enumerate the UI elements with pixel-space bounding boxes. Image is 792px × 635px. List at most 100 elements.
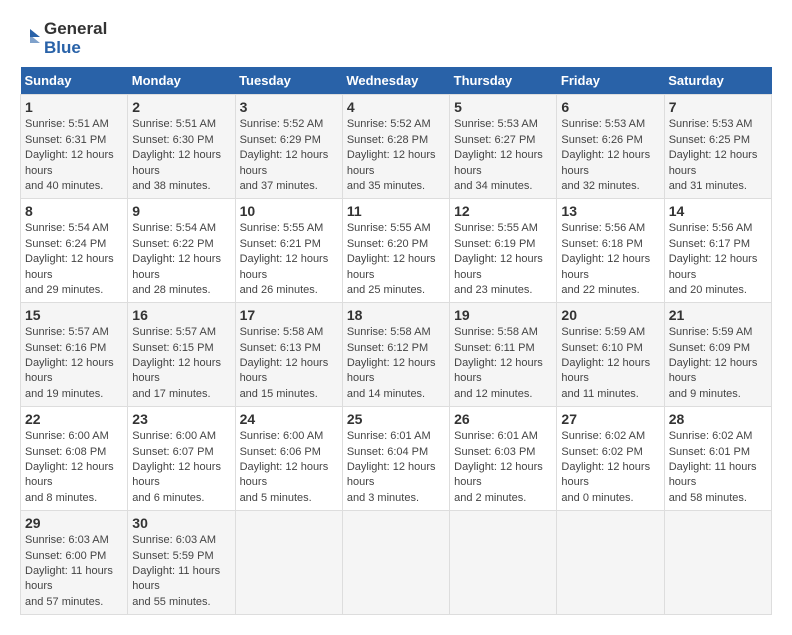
day-number: 1 [25, 99, 123, 115]
week-row-5: 29 Sunrise: 6:03 AMSunset: 6:00 PMDaylig… [21, 511, 772, 615]
day-number: 29 [25, 515, 123, 531]
day-cell-29: 29 Sunrise: 6:03 AMSunset: 6:00 PMDaylig… [21, 511, 128, 615]
day-info: Sunrise: 5:58 AMSunset: 6:11 PMDaylight:… [454, 325, 552, 402]
header-cell-friday: Friday [557, 67, 664, 95]
week-row-3: 15 Sunrise: 5:57 AMSunset: 6:16 PMDaylig… [21, 303, 772, 407]
day-cell-2: 2 Sunrise: 5:51 AMSunset: 6:30 PMDayligh… [128, 95, 235, 199]
day-number: 21 [669, 307, 767, 323]
day-cell-17: 17 Sunrise: 5:58 AMSunset: 6:13 PMDaylig… [235, 303, 342, 407]
day-info: Sunrise: 5:54 AMSunset: 6:22 PMDaylight:… [132, 221, 230, 298]
day-number: 16 [132, 307, 230, 323]
day-number: 17 [240, 307, 338, 323]
day-number: 20 [561, 307, 659, 323]
day-info: Sunrise: 5:58 AMSunset: 6:12 PMDaylight:… [347, 325, 445, 402]
week-row-4: 22 Sunrise: 6:00 AMSunset: 6:08 PMDaylig… [21, 407, 772, 511]
day-cell-1: 1 Sunrise: 5:51 AMSunset: 6:31 PMDayligh… [21, 95, 128, 199]
day-info: Sunrise: 5:53 AMSunset: 6:26 PMDaylight:… [561, 117, 659, 194]
week-row-2: 8 Sunrise: 5:54 AMSunset: 6:24 PMDayligh… [21, 199, 772, 303]
day-info: Sunrise: 5:53 AMSunset: 6:25 PMDaylight:… [669, 117, 767, 194]
day-number: 11 [347, 203, 445, 219]
day-cell-empty [342, 511, 449, 615]
day-cell-27: 27 Sunrise: 6:02 AMSunset: 6:02 PMDaylig… [557, 407, 664, 511]
logo-text-blue: Blue [44, 39, 107, 58]
day-cell-12: 12 Sunrise: 5:55 AMSunset: 6:19 PMDaylig… [450, 199, 557, 303]
day-cell-28: 28 Sunrise: 6:02 AMSunset: 6:01 PMDaylig… [664, 407, 771, 511]
day-number: 9 [132, 203, 230, 219]
day-info: Sunrise: 5:55 AMSunset: 6:21 PMDaylight:… [240, 221, 338, 298]
header-cell-wednesday: Wednesday [342, 67, 449, 95]
week-row-1: 1 Sunrise: 5:51 AMSunset: 6:31 PMDayligh… [21, 95, 772, 199]
logo-arrow-icon [20, 29, 40, 49]
day-number: 4 [347, 99, 445, 115]
day-cell-15: 15 Sunrise: 5:57 AMSunset: 6:16 PMDaylig… [21, 303, 128, 407]
day-info: Sunrise: 5:53 AMSunset: 6:27 PMDaylight:… [454, 117, 552, 194]
day-number: 26 [454, 411, 552, 427]
day-number: 15 [25, 307, 123, 323]
day-number: 12 [454, 203, 552, 219]
day-info: Sunrise: 6:02 AMSunset: 6:02 PMDaylight:… [561, 429, 659, 506]
day-cell-13: 13 Sunrise: 5:56 AMSunset: 6:18 PMDaylig… [557, 199, 664, 303]
day-number: 6 [561, 99, 659, 115]
day-info: Sunrise: 5:56 AMSunset: 6:17 PMDaylight:… [669, 221, 767, 298]
day-info: Sunrise: 5:58 AMSunset: 6:13 PMDaylight:… [240, 325, 338, 402]
day-cell-16: 16 Sunrise: 5:57 AMSunset: 6:15 PMDaylig… [128, 303, 235, 407]
day-cell-30: 30 Sunrise: 6:03 AMSunset: 5:59 PMDaylig… [128, 511, 235, 615]
day-cell-9: 9 Sunrise: 5:54 AMSunset: 6:22 PMDayligh… [128, 199, 235, 303]
day-info: Sunrise: 5:51 AMSunset: 6:31 PMDaylight:… [25, 117, 123, 194]
day-cell-18: 18 Sunrise: 5:58 AMSunset: 6:12 PMDaylig… [342, 303, 449, 407]
day-info: Sunrise: 5:59 AMSunset: 6:09 PMDaylight:… [669, 325, 767, 402]
day-info: Sunrise: 5:52 AMSunset: 6:29 PMDaylight:… [240, 117, 338, 194]
day-number: 19 [454, 307, 552, 323]
day-cell-23: 23 Sunrise: 6:00 AMSunset: 6:07 PMDaylig… [128, 407, 235, 511]
day-number: 8 [25, 203, 123, 219]
day-cell-26: 26 Sunrise: 6:01 AMSunset: 6:03 PMDaylig… [450, 407, 557, 511]
day-cell-22: 22 Sunrise: 6:00 AMSunset: 6:08 PMDaylig… [21, 407, 128, 511]
day-number: 23 [132, 411, 230, 427]
day-cell-8: 8 Sunrise: 5:54 AMSunset: 6:24 PMDayligh… [21, 199, 128, 303]
logo: General Blue [20, 20, 107, 57]
day-info: Sunrise: 6:00 AMSunset: 6:06 PMDaylight:… [240, 429, 338, 506]
day-info: Sunrise: 5:59 AMSunset: 6:10 PMDaylight:… [561, 325, 659, 402]
day-info: Sunrise: 5:55 AMSunset: 6:19 PMDaylight:… [454, 221, 552, 298]
day-cell-5: 5 Sunrise: 5:53 AMSunset: 6:27 PMDayligh… [450, 95, 557, 199]
day-info: Sunrise: 5:51 AMSunset: 6:30 PMDaylight:… [132, 117, 230, 194]
day-number: 3 [240, 99, 338, 115]
day-number: 27 [561, 411, 659, 427]
day-info: Sunrise: 5:56 AMSunset: 6:18 PMDaylight:… [561, 221, 659, 298]
day-cell-4: 4 Sunrise: 5:52 AMSunset: 6:28 PMDayligh… [342, 95, 449, 199]
logo-text-general: General [44, 20, 107, 39]
day-info: Sunrise: 5:57 AMSunset: 6:16 PMDaylight:… [25, 325, 123, 402]
day-info: Sunrise: 5:57 AMSunset: 6:15 PMDaylight:… [132, 325, 230, 402]
day-cell-10: 10 Sunrise: 5:55 AMSunset: 6:21 PMDaylig… [235, 199, 342, 303]
day-number: 10 [240, 203, 338, 219]
day-cell-empty [664, 511, 771, 615]
day-cell-19: 19 Sunrise: 5:58 AMSunset: 6:11 PMDaylig… [450, 303, 557, 407]
day-number: 14 [669, 203, 767, 219]
day-cell-6: 6 Sunrise: 5:53 AMSunset: 6:26 PMDayligh… [557, 95, 664, 199]
header-cell-sunday: Sunday [21, 67, 128, 95]
day-cell-empty [450, 511, 557, 615]
day-number: 22 [25, 411, 123, 427]
day-number: 2 [132, 99, 230, 115]
day-info: Sunrise: 6:00 AMSunset: 6:07 PMDaylight:… [132, 429, 230, 506]
day-info: Sunrise: 6:00 AMSunset: 6:08 PMDaylight:… [25, 429, 123, 506]
day-info: Sunrise: 5:52 AMSunset: 6:28 PMDaylight:… [347, 117, 445, 194]
day-cell-21: 21 Sunrise: 5:59 AMSunset: 6:09 PMDaylig… [664, 303, 771, 407]
header-cell-tuesday: Tuesday [235, 67, 342, 95]
day-number: 5 [454, 99, 552, 115]
day-cell-20: 20 Sunrise: 5:59 AMSunset: 6:10 PMDaylig… [557, 303, 664, 407]
day-cell-3: 3 Sunrise: 5:52 AMSunset: 6:29 PMDayligh… [235, 95, 342, 199]
header-cell-thursday: Thursday [450, 67, 557, 95]
day-number: 28 [669, 411, 767, 427]
day-info: Sunrise: 5:54 AMSunset: 6:24 PMDaylight:… [25, 221, 123, 298]
day-info: Sunrise: 6:01 AMSunset: 6:04 PMDaylight:… [347, 429, 445, 506]
day-cell-empty [557, 511, 664, 615]
day-number: 30 [132, 515, 230, 531]
day-number: 18 [347, 307, 445, 323]
day-info: Sunrise: 6:02 AMSunset: 6:01 PMDaylight:… [669, 429, 767, 506]
day-number: 7 [669, 99, 767, 115]
day-info: Sunrise: 6:03 AMSunset: 6:00 PMDaylight:… [25, 533, 123, 610]
header-cell-monday: Monday [128, 67, 235, 95]
day-info: Sunrise: 6:01 AMSunset: 6:03 PMDaylight:… [454, 429, 552, 506]
header-row: SundayMondayTuesdayWednesdayThursdayFrid… [21, 67, 772, 95]
